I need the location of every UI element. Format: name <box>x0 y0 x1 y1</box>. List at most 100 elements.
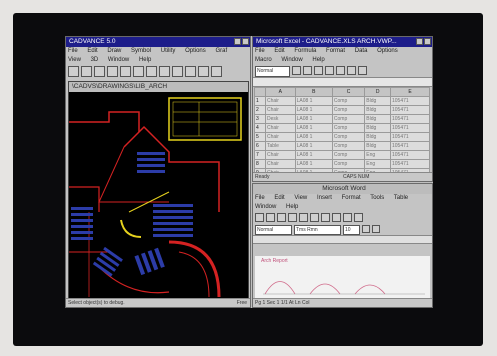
cell[interactable]: 105471 <box>390 105 430 115</box>
cell[interactable]: LA08 1 <box>294 123 333 133</box>
italic-icon[interactable] <box>303 66 312 75</box>
cell[interactable]: Comp <box>331 159 366 169</box>
menu-edit[interactable]: Edit <box>274 195 284 201</box>
frame-icon[interactable] <box>354 213 363 222</box>
col-header-b[interactable]: B <box>294 87 333 97</box>
cell[interactable]: Chair <box>265 159 296 169</box>
excel-titlebar[interactable]: Microsoft Excel - CADVANCE.XLS ARCH.VWP.… <box>253 37 432 47</box>
table-icon[interactable] <box>332 213 341 222</box>
menu-view[interactable]: View <box>294 195 307 201</box>
col-header-d[interactable]: D <box>364 87 391 97</box>
menu-file[interactable]: File <box>255 195 265 201</box>
circle-tool-icon[interactable] <box>94 66 105 77</box>
cell[interactable]: 105471 <box>390 96 430 106</box>
zoom-tool-icon[interactable] <box>133 66 144 77</box>
bold-icon[interactable] <box>292 66 301 75</box>
menu-insert[interactable]: Insert <box>317 195 332 201</box>
col-header-e[interactable]: E <box>390 87 430 97</box>
menu-draw[interactable]: Draw <box>107 48 121 54</box>
arc-tool-icon[interactable] <box>81 66 92 77</box>
menu-view[interactable]: View <box>68 57 81 63</box>
menu-edit[interactable]: Edit <box>87 48 97 54</box>
cell[interactable]: Eng <box>364 159 391 169</box>
pan-tool-icon[interactable] <box>146 66 157 77</box>
cell[interactable]: Eng <box>364 150 391 160</box>
cell[interactable]: Comp <box>331 150 366 160</box>
menu-tools[interactable]: Tools <box>370 195 384 201</box>
cell[interactable]: LA08 1 <box>294 132 333 142</box>
cell[interactable]: LA08 1 <box>294 141 333 151</box>
open-icon[interactable] <box>266 213 275 222</box>
drawing-titlebar[interactable]: \CADVS\DRAWINGS\LIB_ARCH <box>69 82 248 92</box>
excel-style-box[interactable]: Normal <box>255 66 290 77</box>
copy-icon[interactable] <box>299 213 308 222</box>
menu-file[interactable]: File <box>68 48 78 54</box>
save-icon[interactable] <box>277 213 286 222</box>
cell[interactable]: Bldg <box>364 132 391 142</box>
new-doc-icon[interactable] <box>255 213 264 222</box>
menu-window[interactable]: Window <box>108 57 129 63</box>
cell[interactable]: Bldg <box>364 114 391 124</box>
layer-tool-icon[interactable] <box>172 66 183 77</box>
cell[interactable]: Chair <box>265 132 296 142</box>
excel-formula-bar[interactable] <box>253 77 432 87</box>
cell[interactable]: 105471 <box>390 132 430 142</box>
menu-table[interactable]: Table <box>394 195 408 201</box>
cell[interactable]: Desk <box>265 114 296 124</box>
cell[interactable]: Bldg <box>364 123 391 133</box>
cell[interactable]: Chair <box>265 96 296 106</box>
menu-help[interactable]: Help <box>139 57 151 63</box>
menu-macro[interactable]: Macro <box>255 57 272 63</box>
menu-graf[interactable]: Graf <box>215 48 227 54</box>
col-header-a[interactable]: A <box>265 87 296 97</box>
cell[interactable]: Comp <box>331 114 366 124</box>
cell[interactable]: Comp <box>331 105 366 115</box>
excel-sheet[interactable]: A B C D E 1 Chair LA08 1 Comp Bldg 105471 2 Ch… <box>254 87 430 178</box>
cell[interactable]: Bldg <box>364 141 391 151</box>
align-center-icon[interactable] <box>336 66 345 75</box>
minimize-icon[interactable] <box>234 38 241 45</box>
undo-icon[interactable] <box>321 213 330 222</box>
word-titlebar[interactable]: Microsoft Word <box>253 184 432 194</box>
dimension-tool-icon[interactable] <box>185 66 196 77</box>
word-document-area[interactable]: Arch Report <box>255 256 430 300</box>
chart-wizard-icon[interactable] <box>358 66 367 75</box>
cell[interactable]: 105471 <box>390 159 430 169</box>
hatch-tool-icon[interactable] <box>198 66 209 77</box>
menu-options[interactable]: Options <box>185 48 206 54</box>
cell[interactable]: LA08 1 <box>294 105 333 115</box>
italic-icon[interactable] <box>372 225 380 233</box>
cell[interactable]: LA08 1 <box>294 96 333 106</box>
minimize-icon[interactable] <box>416 38 423 45</box>
cell[interactable]: Comp <box>331 141 366 151</box>
word-size-box[interactable]: 10 <box>343 225 360 235</box>
cell[interactable]: Chair <box>265 105 296 115</box>
paste-icon[interactable] <box>310 213 319 222</box>
line-tool-icon[interactable] <box>68 66 79 77</box>
cell[interactable]: Comp <box>331 96 366 106</box>
cell[interactable]: 105471 <box>390 123 430 133</box>
menu-symbol[interactable]: Symbol <box>131 48 151 54</box>
cell[interactable]: Bldg <box>364 96 391 106</box>
col-header-c[interactable]: C <box>331 87 366 97</box>
menu-edit[interactable]: Edit <box>274 48 284 54</box>
maximize-icon[interactable] <box>242 38 249 45</box>
text-tool-icon[interactable] <box>120 66 131 77</box>
cadvance-titlebar[interactable]: CADVANCE 5.0 <box>66 37 250 47</box>
select-tool-icon[interactable] <box>159 66 170 77</box>
menu-3d[interactable]: 3D <box>91 57 99 63</box>
symbol-tool-icon[interactable] <box>211 66 222 77</box>
cut-icon[interactable] <box>288 213 297 222</box>
cell[interactable]: LA08 1 <box>294 159 333 169</box>
menu-help[interactable]: Help <box>286 204 298 210</box>
menu-file[interactable]: File <box>255 48 265 54</box>
cell[interactable]: LA08 1 <box>294 114 333 124</box>
cell[interactable]: Chair <box>265 150 296 160</box>
rectangle-tool-icon[interactable] <box>107 66 118 77</box>
align-left-icon[interactable] <box>325 66 334 75</box>
menu-options[interactable]: Options <box>377 48 398 54</box>
menu-window[interactable]: Window <box>281 57 302 63</box>
floor-plan-drawing[interactable] <box>69 92 248 298</box>
menu-format[interactable]: Format <box>326 48 345 54</box>
cell[interactable]: LA08 1 <box>294 150 333 160</box>
